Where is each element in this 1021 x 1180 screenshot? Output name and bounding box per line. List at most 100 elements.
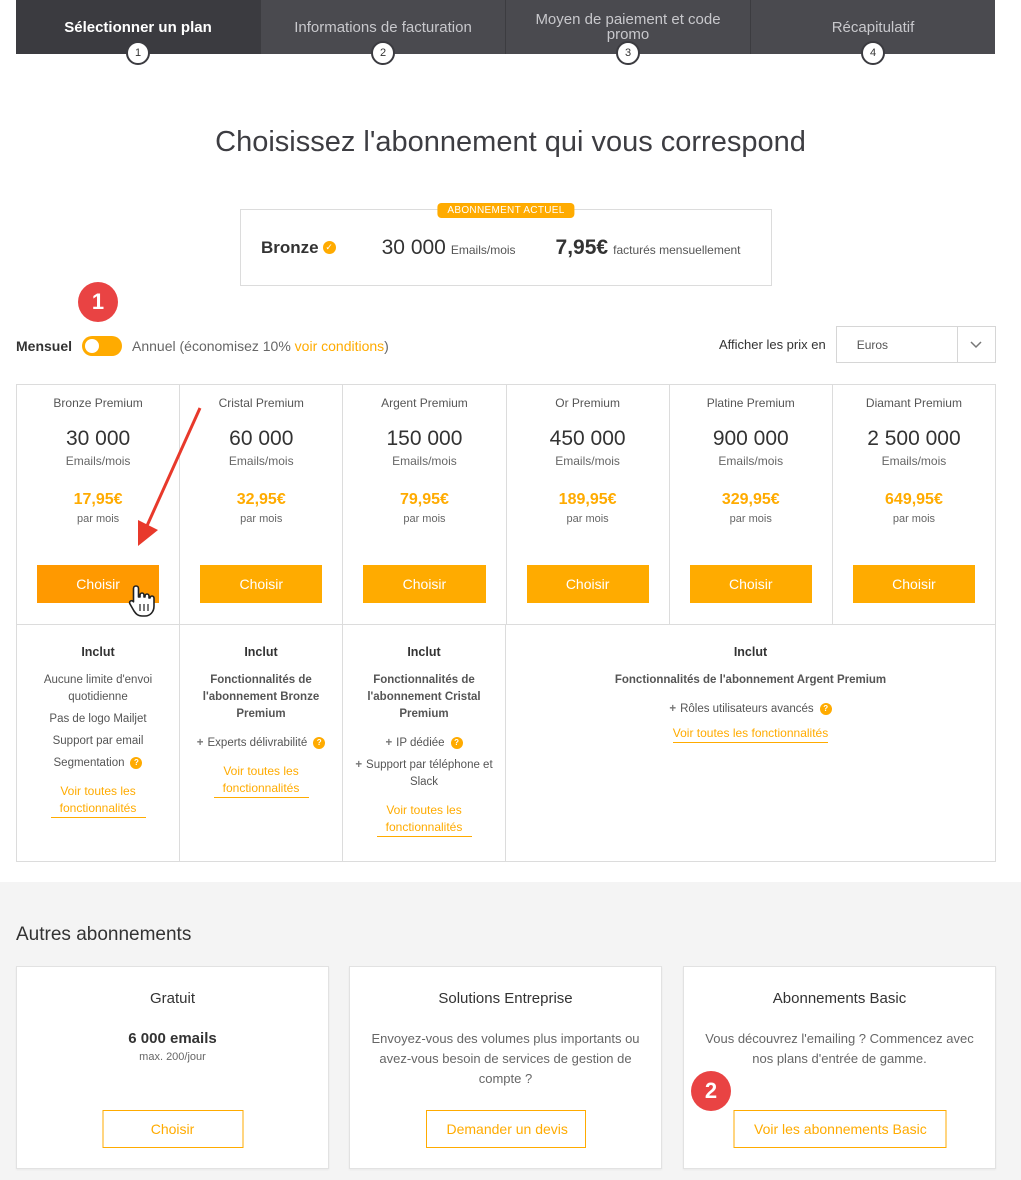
features-title: Inclut (81, 645, 115, 659)
step-payment[interactable]: Moyen de paiement et code promo 3 (506, 0, 751, 65)
step-number: 4 (861, 41, 885, 65)
currency-selector-row: Afficher les prix en Euros (719, 326, 996, 363)
step-billing-info[interactable]: Informations de facturation 2 (261, 0, 506, 65)
choose-cristal-premium-button[interactable]: Choisir (200, 565, 323, 603)
step-label: Informations de facturation (294, 18, 472, 36)
step-summary[interactable]: Récapitulatif 4 (751, 0, 995, 65)
page-title: Choisissez l'abonnement qui vous corresp… (215, 126, 806, 158)
annual-label-text: Annuel (économisez 10% (132, 338, 291, 354)
hand-cursor-icon (128, 585, 155, 617)
step-select-plan[interactable]: Sélectionner un plan 1 (16, 0, 261, 65)
help-question-icon[interactable]: ? (130, 756, 143, 769)
card-title: Gratuit (149, 990, 195, 1007)
plan-volume: 150 000 (386, 427, 463, 450)
annual-label[interactable]: Annuel (économisez 10% voir conditions) (132, 338, 389, 354)
feature-item: + IP dédiée? (353, 735, 495, 752)
choose-or-premium-button[interactable]: Choisir (526, 565, 649, 603)
current-plan-volume: 30 000 Emails/mois (382, 236, 516, 260)
features-inherited: Fonctionnalités de l'abonnement Argent P… (614, 674, 887, 686)
choose-free-button[interactable]: Choisir (102, 1110, 243, 1148)
currency-selected-value: Euros (856, 337, 889, 352)
plan-name: Or Premium (555, 396, 620, 410)
see-all-features-link[interactable]: Voir toutes les fonctionnalités (213, 763, 309, 798)
feature-item: Aucune limite d'envoi quotidienne (43, 674, 153, 703)
card-title: Abonnements Basic (772, 990, 907, 1007)
plan-name: Argent Premium (381, 396, 468, 410)
currency-select[interactable]: Euros (835, 326, 996, 363)
choose-diamant-premium-button[interactable]: Choisir (852, 565, 976, 603)
feature-item: Segmentation? (27, 755, 169, 772)
plan-period: par mois (892, 513, 936, 525)
current-plan-name: Bronze ✓ (261, 238, 336, 258)
features-title: Inclut (407, 645, 441, 659)
card-enterprise: Solutions Entreprise Envoyez-vous des vo… (349, 966, 662, 1169)
plan-price: 649,95€ (885, 491, 943, 508)
card-limit: max. 200/jour (139, 1051, 206, 1063)
plan-unit: Emails/mois (718, 454, 784, 468)
plan-features-row: Inclut Aucune limite d'envoi quotidienne… (17, 625, 995, 862)
plan-unit: Emails/mois (392, 454, 457, 468)
currency-label: Afficher les prix en (719, 337, 826, 352)
feature-item-text: Support par téléphone et Slack (366, 759, 493, 788)
card-free-plan: Gratuit 6 000 emails max. 200/jour Chois… (16, 966, 329, 1169)
help-question-icon[interactable]: ? (313, 736, 326, 749)
plan-period: par mois (403, 513, 446, 525)
plan-unit: Emails/mois (555, 454, 620, 468)
card-title: Solutions Entreprise (438, 990, 573, 1007)
features-argent: Inclut Fonctionnalités de l'abonnement C… (343, 625, 506, 862)
checkout-stepper: Sélectionner un plan 1 Informations de f… (16, 0, 995, 65)
current-plan-box: ABONNEMENT ACTUEL Bronze ✓ 30 000 Emails… (240, 203, 772, 286)
step-label: Récapitulatif (831, 18, 915, 36)
step-label: Sélectionner un plan (64, 18, 212, 36)
plan-name: Diamant Premium (865, 396, 962, 410)
choose-argent-premium-button[interactable]: Choisir (363, 565, 486, 603)
plus-icon: + (355, 759, 363, 771)
request-quote-button[interactable]: Demander un devis (425, 1110, 586, 1148)
plan-price: 329,95€ (721, 491, 780, 508)
plan-card-argent-premium: Argent Premium 150 000 Emails/mois 79,95… (343, 385, 507, 624)
see-all-features-link[interactable]: Voir toutes les fonctionnalités (672, 725, 829, 743)
current-price-note: facturés mensuellement (613, 242, 741, 257)
feature-item-text: Segmentation (53, 757, 125, 769)
plus-icon: + (196, 737, 204, 749)
features-title: Inclut (733, 645, 768, 659)
feature-item-text: IP dédiée (396, 737, 445, 749)
choose-platine-premium-button[interactable]: Choisir (689, 565, 812, 603)
feature-item: Support par email (52, 735, 144, 747)
plan-volume: 450 000 (549, 427, 626, 450)
plan-card-diamant-premium: Diamant Premium 2 500 000 Emails/mois 64… (833, 385, 995, 624)
card-basic-plans: Abonnements Basic Vous découvrez l'email… (683, 966, 996, 1169)
plan-price: 79,95€ (399, 491, 449, 508)
current-volume-unit: Emails/mois (450, 242, 516, 257)
monthly-label[interactable]: Mensuel (16, 338, 72, 354)
features-cristal: Inclut Fonctionnalités de l'abonnement B… (180, 625, 343, 862)
current-plan-price: 7,95€ facturés mensuellement (556, 236, 741, 260)
current-price-value: 7,95€ (555, 235, 609, 259)
features-inherited: Fonctionnalités de l'abonnement Bronze P… (202, 674, 320, 720)
help-question-icon[interactable]: ? (450, 736, 463, 749)
other-plans-title: Autres abonnements (16, 924, 192, 945)
features-or-platine-diamant: Inclut Fonctionnalités de l'abonnement A… (506, 625, 995, 862)
see-basic-plans-button[interactable]: Voir les abonnements Basic (733, 1110, 946, 1148)
features-title: Inclut (244, 645, 278, 659)
plan-name: Platine Premium (706, 396, 795, 410)
chevron-down-icon (956, 327, 995, 362)
billing-toggle-switch[interactable] (82, 336, 123, 356)
conditions-link[interactable]: voir conditions (295, 338, 385, 354)
plus-icon: + (669, 703, 677, 715)
plan-volume: 2 500 000 (867, 427, 961, 450)
plan-period: par mois (566, 513, 609, 525)
see-all-features-link[interactable]: Voir toutes les fonctionnalités (376, 802, 472, 837)
features-bronze: Inclut Aucune limite d'envoi quotidienne… (17, 625, 180, 862)
see-all-features-link[interactable]: Voir toutes les fonctionnalités (50, 783, 146, 818)
feature-item: + Experts délivrabilité? (190, 735, 332, 752)
annual-label-close: ) (384, 338, 389, 354)
current-plan-name-text: Bronze (261, 237, 319, 257)
card-volume: 6 000 emails (128, 1030, 217, 1047)
card-description: Vous découvrez l'emailing ? Commencez av… (705, 1031, 974, 1066)
plan-card-platine-premium: Platine Premium 900 000 Emails/mois 329,… (670, 385, 833, 624)
annotation-badge-1: 1 (78, 282, 118, 322)
plan-period: par mois (729, 513, 772, 525)
plan-unit: Emails/mois (881, 454, 947, 468)
help-question-icon[interactable]: ? (819, 702, 832, 715)
